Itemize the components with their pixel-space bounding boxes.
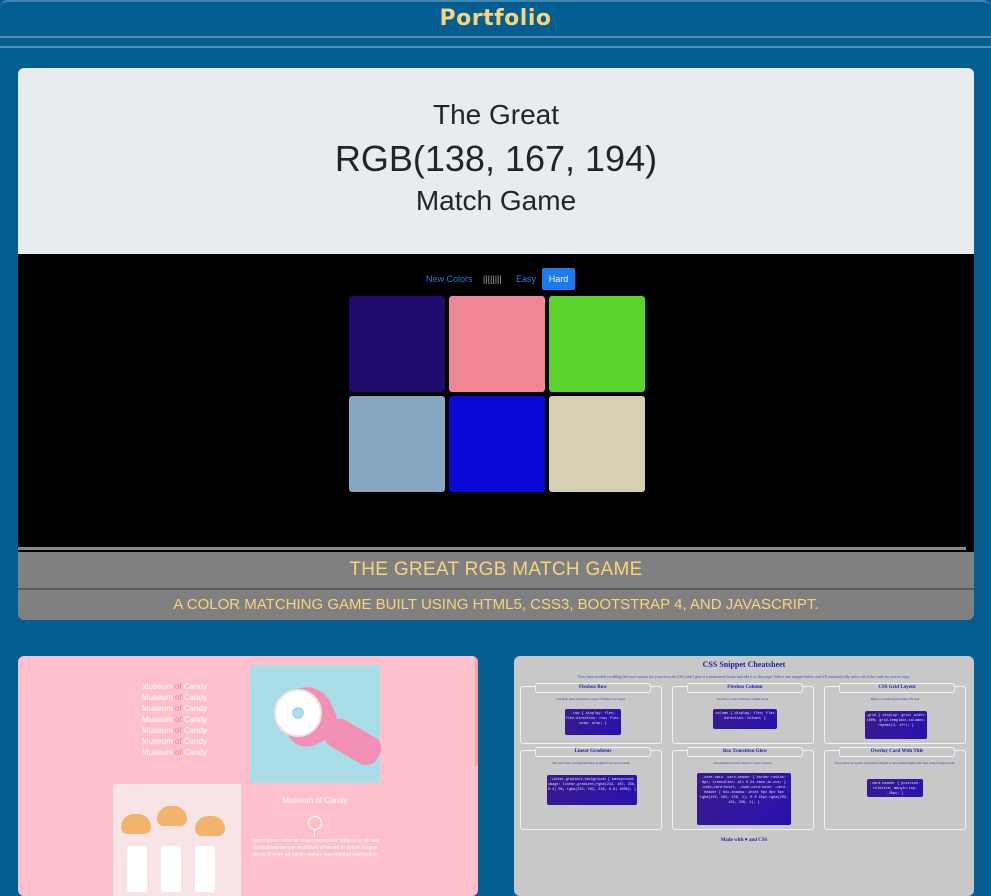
- scrollbar[interactable]: [475, 656, 478, 766]
- color-square[interactable]: [349, 396, 445, 492]
- hard-button[interactable]: Hard: [542, 268, 575, 290]
- snippet-description: Use this to create a Flexbox column layo…: [716, 697, 770, 701]
- divider: [0, 46, 991, 48]
- game-controls: New Colors |||||||| Easy Hard: [18, 268, 974, 290]
- snippet-description: This will create a background linear gra…: [551, 761, 631, 765]
- rgb-display: RGB(138, 167, 194): [334, 138, 658, 179]
- snippet-code[interactable]: .grid { display: grid; width: 100%; grid…: [865, 711, 927, 739]
- snippet-description: Use transition and box shadow to glow on…: [713, 761, 773, 765]
- project-title: THE GREAT RGB MATCH GAME: [18, 552, 974, 588]
- milk-donuts-image: [113, 784, 241, 896]
- project-card-rgb-game[interactable]: The Great RGB(138, 167, 194) Match Game …: [18, 68, 974, 620]
- snippet-title: Overlay Card With Title: [839, 747, 955, 757]
- color-square[interactable]: [449, 296, 545, 392]
- snippet-card[interactable]: Flexbox Column Use this to create a Flex…: [672, 683, 814, 744]
- project-description: A COLOR MATCHING GAME BUILT USING HTML5,…: [18, 590, 974, 620]
- snippet-code[interactable]: .code-card .card-header { border-radius:…: [697, 773, 791, 825]
- snippet-code[interactable]: .card-header { position: relative; margi…: [867, 779, 923, 797]
- snippet-code[interactable]: .row { display: flex; flex-direction: ro…: [565, 709, 621, 735]
- snippet-title: Flexbox Row: [535, 683, 651, 693]
- candy-title: Museum of Candy: [142, 737, 207, 746]
- cheatsheet-intro: Ever have trouble recalling the exact sy…: [577, 674, 911, 679]
- message-display: ||||||||: [483, 274, 502, 284]
- snippet-card[interactable]: Linear Gradients This will create a back…: [520, 747, 662, 830]
- site-title[interactable]: Portfolio: [0, 6, 991, 31]
- hero-line-1: The Great: [432, 99, 560, 130]
- color-square[interactable]: [549, 396, 645, 492]
- snippet-title: Flexbox Column: [687, 683, 803, 693]
- scrollbar[interactable]: [18, 547, 966, 550]
- snippet-card[interactable]: Box Transition Glow Use transition and b…: [672, 747, 814, 830]
- color-square[interactable]: [449, 396, 545, 492]
- snippet-title: CSS Grid Layout: [839, 683, 955, 693]
- navbar: Portfolio: [0, 0, 991, 36]
- cheatsheet-footer: Made with ♥ and CSS: [720, 838, 768, 843]
- candy-title: Museum of Candy: [142, 693, 207, 702]
- snippet-description: Build a 3 column layout using CSS Grid: [870, 697, 920, 701]
- snippet-description: Use position properties and negative mar…: [835, 761, 955, 765]
- candy-title: Museum of Candy: [142, 715, 207, 724]
- snippet-card[interactable]: Overlay Card With Title Use position pro…: [824, 747, 966, 830]
- candy-title: Museum of Candy: [142, 748, 207, 757]
- snippet-card[interactable]: Flexbox Row Use these three properties t…: [520, 683, 662, 744]
- glove-donut-image: [250, 665, 386, 783]
- snippet-code[interactable]: .column { display: flex; flex-direction:…: [713, 709, 777, 729]
- snippet-card[interactable]: CSS Grid Layout Build a 3 column layout …: [824, 683, 966, 744]
- candy-paragraph: Lorem ipsum dolor sit amet consectetur a…: [250, 838, 380, 858]
- new-colors-button[interactable]: New Colors: [426, 274, 473, 284]
- lollipop-icon: [308, 816, 322, 830]
- project-card-css-cheatsheet[interactable]: CSS Snippet Cheatsheet Ever have trouble…: [514, 656, 974, 896]
- divider: [0, 36, 991, 38]
- snippet-code[interactable]: .linear-gradient-background { background…: [547, 775, 637, 805]
- candy-title: Museum of Candy: [142, 682, 207, 691]
- snippet-description: Use these three properties to create a F…: [556, 697, 626, 701]
- easy-button[interactable]: Easy: [516, 274, 536, 284]
- snippet-title: Linear Gradients: [535, 747, 651, 757]
- snippet-title: Box Transition Glow: [687, 747, 803, 757]
- project-card-museum-of-candy[interactable]: Museum of Candy Museum of Candy Museum of …: [18, 656, 478, 896]
- candy-title: Museum of Candy: [142, 726, 207, 735]
- hero-line-3: Match Game: [415, 185, 577, 216]
- game-hero: The Great RGB(138, 167, 194) Match Game: [18, 68, 974, 254]
- cheatsheet-title: CSS Snippet Cheatsheet: [702, 660, 786, 669]
- candy-title: Museum of Candy: [142, 704, 207, 713]
- candy-subtitle: Museum of Candy: [282, 796, 348, 805]
- color-square[interactable]: [349, 296, 445, 392]
- color-square[interactable]: [549, 296, 645, 392]
